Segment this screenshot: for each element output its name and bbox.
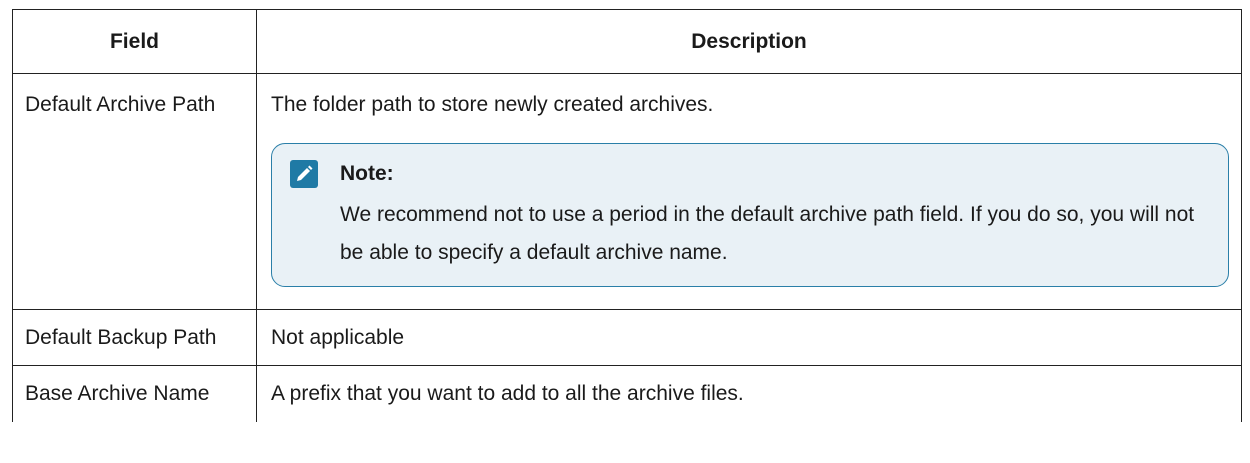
field-cell: Base Archive Name [12,365,257,422]
header-field: Field [12,9,257,74]
description-text: The folder path to store newly created a… [271,93,714,116]
description-cell: A prefix that you want to add to all the… [256,365,1242,422]
description-cell: Not applicable [256,309,1242,366]
table-row: Base Archive Name A prefix that you want… [12,365,1242,422]
table-header-row: Field Description [12,9,1242,74]
note-text: We recommend not to use a period in the … [340,203,1195,264]
table-row: Default Backup Path Not applicable [12,309,1242,366]
table-row: Default Archive Path The folder path to … [12,73,1242,310]
pencil-icon [290,160,318,188]
field-cell: Default Backup Path [12,309,257,366]
description-cell: The folder path to store newly created a… [256,73,1242,310]
field-cell: Default Archive Path [12,73,257,310]
note-title: Note: [340,162,394,185]
header-description: Description [256,9,1242,74]
note-callout: Note: We recommend not to use a period i… [271,143,1229,287]
fields-table: Field Description Default Archive Path T… [12,9,1242,422]
